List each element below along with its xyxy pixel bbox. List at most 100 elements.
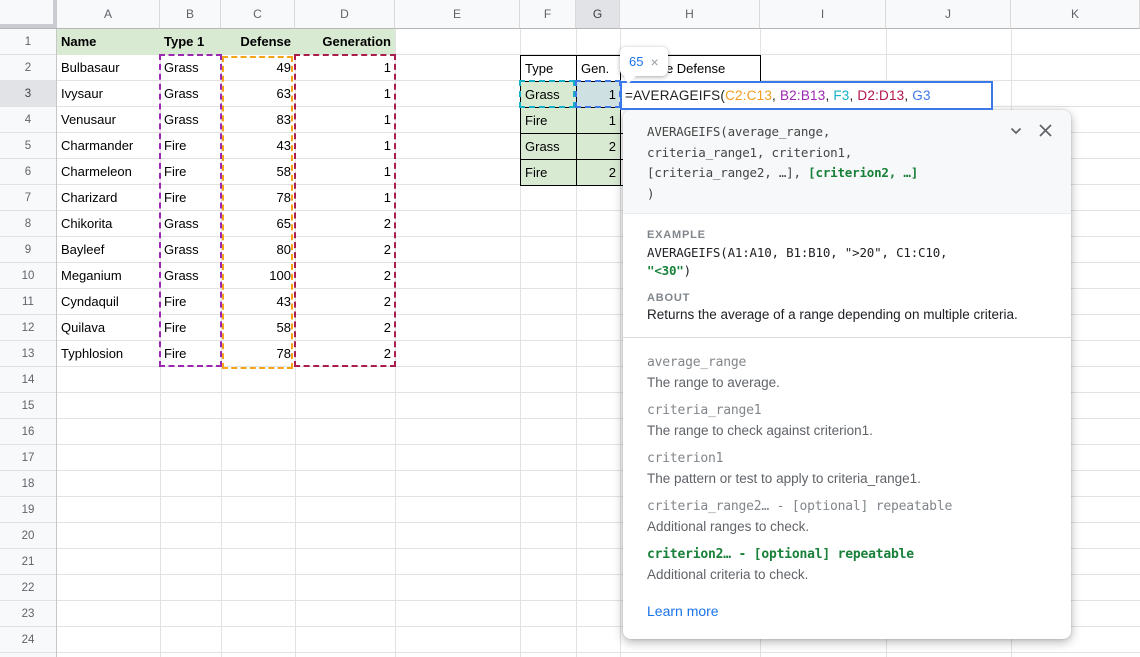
cell-F3[interactable]: Grass	[520, 81, 577, 108]
cell-B4[interactable]: Grass	[160, 107, 221, 133]
column-header-J[interactable]: J	[886, 0, 1011, 29]
select-all-corner[interactable]	[0, 0, 57, 29]
cell-A9[interactable]: Bayleef	[57, 237, 160, 263]
cell-C13[interactable]: 78	[221, 341, 295, 367]
row-header-16[interactable]: 16	[0, 419, 56, 445]
cell-A10[interactable]: Meganium	[57, 263, 160, 289]
row-header-21[interactable]: 21	[0, 549, 56, 575]
row-header-5[interactable]: 5	[0, 133, 56, 159]
column-header-E[interactable]: E	[395, 0, 520, 29]
cell-A4[interactable]: Venusaur	[57, 107, 160, 133]
cell-D12[interactable]: 2	[295, 315, 395, 341]
cell-D8[interactable]: 2	[295, 211, 395, 237]
row-header-12[interactable]: 12	[0, 315, 56, 341]
cell-G2[interactable]: Gen.	[576, 55, 621, 82]
cell-B5[interactable]: Fire	[160, 133, 221, 159]
cell-A3[interactable]: Ivysaur	[57, 81, 160, 107]
cell-C8[interactable]: 65	[221, 211, 295, 237]
cell-G6[interactable]: 2	[576, 159, 621, 186]
cell-G3[interactable]: 1	[576, 81, 621, 108]
learn-more-link[interactable]: Learn more	[647, 603, 719, 619]
row-header-15[interactable]: 15	[0, 393, 56, 419]
row-header-8[interactable]: 8	[0, 211, 56, 237]
cell-A13[interactable]: Typhlosion	[57, 341, 160, 367]
row-header-10[interactable]: 10	[0, 263, 56, 289]
cell-C3[interactable]: 63	[221, 81, 295, 107]
cell-C7[interactable]: 78	[221, 185, 295, 211]
formula-editor[interactable]: =AVERAGEIFS(C2:C13, B2:B13, F3, D2:D13, …	[620, 81, 993, 110]
cell-D13[interactable]: 2	[295, 341, 395, 367]
column-header-C[interactable]: C	[221, 0, 295, 29]
cell-A7[interactable]: Charizard	[57, 185, 160, 211]
cell-B2[interactable]: Grass	[160, 55, 221, 81]
cell-B12[interactable]: Fire	[160, 315, 221, 341]
cell-B6[interactable]: Fire	[160, 159, 221, 185]
column-header-F[interactable]: F	[520, 0, 576, 29]
row-header-24[interactable]: 24	[0, 627, 56, 653]
row-header-6[interactable]: 6	[0, 159, 56, 185]
cell-D6[interactable]: 1	[295, 159, 395, 185]
row-header-14[interactable]: 14	[0, 367, 56, 393]
column-header-G[interactable]: G	[576, 0, 620, 29]
cell-A11[interactable]: Cyndaquil	[57, 289, 160, 315]
column-header-B[interactable]: B	[160, 0, 221, 29]
column-header-H[interactable]: H	[620, 0, 760, 29]
row-header-4[interactable]: 4	[0, 107, 56, 133]
cell-A12[interactable]: Quilava	[57, 315, 160, 341]
row-header-11[interactable]: 11	[0, 289, 56, 315]
cell-F4[interactable]: Fire	[520, 107, 577, 134]
cell-D2[interactable]: 1	[295, 55, 395, 81]
row-header-20[interactable]: 20	[0, 523, 56, 549]
cell-C4[interactable]: 83	[221, 107, 295, 133]
column-header-I[interactable]: I	[760, 0, 886, 29]
cell-D9[interactable]: 2	[295, 237, 395, 263]
cell-C12[interactable]: 58	[221, 315, 295, 341]
cell-C1[interactable]: Defense	[221, 29, 295, 55]
cell-C2[interactable]: 49	[221, 55, 295, 81]
cell-B10[interactable]: Grass	[160, 263, 221, 289]
cell-D7[interactable]: 1	[295, 185, 395, 211]
row-header-13[interactable]: 13	[0, 341, 56, 367]
row-header-22[interactable]: 22	[0, 575, 56, 601]
row-header-23[interactable]: 23	[0, 601, 56, 627]
chip-close-icon[interactable]: ×	[650, 54, 658, 70]
column-header-K[interactable]: K	[1011, 0, 1140, 29]
cell-F2[interactable]: Type	[520, 55, 577, 82]
cell-D1[interactable]: Generation	[295, 29, 395, 55]
cell-C5[interactable]: 43	[221, 133, 295, 159]
cell-B9[interactable]: Grass	[160, 237, 221, 263]
popup-close-icon[interactable]	[1038, 123, 1053, 138]
cell-A5[interactable]: Charmander	[57, 133, 160, 159]
cell-C11[interactable]: 43	[221, 289, 295, 315]
cell-C6[interactable]: 58	[221, 159, 295, 185]
cell-B13[interactable]: Fire	[160, 341, 221, 367]
row-header-17[interactable]: 17	[0, 445, 56, 471]
cell-C9[interactable]: 80	[221, 237, 295, 263]
cell-A8[interactable]: Chikorita	[57, 211, 160, 237]
row-header-2[interactable]: 2	[0, 55, 56, 81]
row-header-1[interactable]: 1	[0, 29, 56, 55]
cell-A1[interactable]: Name	[57, 29, 160, 55]
cell-F6[interactable]: Fire	[520, 159, 577, 186]
row-header-9[interactable]: 9	[0, 237, 56, 263]
row-header-25[interactable]: 25	[0, 653, 56, 657]
cell-D11[interactable]: 2	[295, 289, 395, 315]
cell-B8[interactable]: Grass	[160, 211, 221, 237]
column-header-D[interactable]: D	[295, 0, 395, 29]
cell-B7[interactable]: Fire	[160, 185, 221, 211]
row-header-7[interactable]: 7	[0, 185, 56, 211]
cell-A6[interactable]: Charmeleon	[57, 159, 160, 185]
row-header-18[interactable]: 18	[0, 471, 56, 497]
row-header-19[interactable]: 19	[0, 497, 56, 523]
column-header-A[interactable]: A	[57, 0, 160, 29]
row-header-3[interactable]: 3	[0, 81, 56, 107]
cell-C10[interactable]: 100	[221, 263, 295, 289]
cell-B11[interactable]: Fire	[160, 289, 221, 315]
cell-A2[interactable]: Bulbasaur	[57, 55, 160, 81]
cell-D3[interactable]: 1	[295, 81, 395, 107]
cell-F5[interactable]: Grass	[520, 133, 577, 160]
chevron-down-icon[interactable]	[1009, 124, 1023, 138]
cell-D5[interactable]: 1	[295, 133, 395, 159]
cell-G4[interactable]: 1	[576, 107, 621, 134]
cell-B1[interactable]: Type 1	[160, 29, 221, 55]
